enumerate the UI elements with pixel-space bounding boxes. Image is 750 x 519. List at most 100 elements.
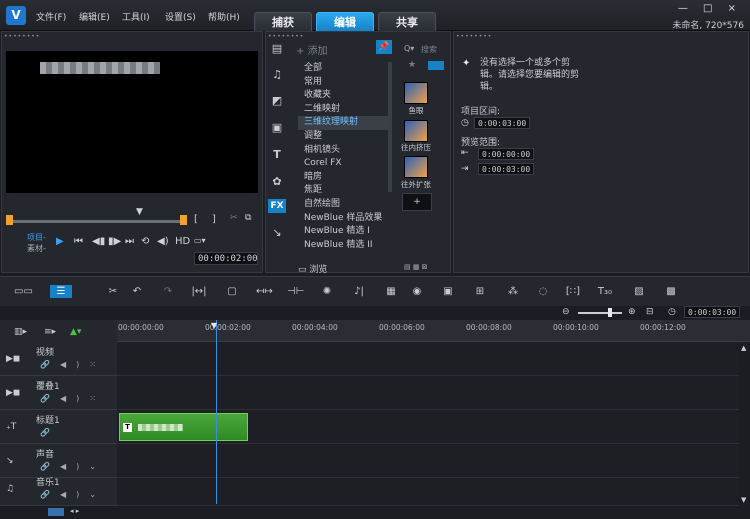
category-item[interactable]: 焦距 bbox=[298, 184, 388, 198]
category-item[interactable]: 二维映射 bbox=[298, 103, 388, 117]
auto-music-icon[interactable]: ✺ bbox=[319, 285, 335, 298]
track-controls[interactable]: 🔗◀)⌄ bbox=[40, 462, 106, 471]
playhead-marker-icon[interactable]: ▼ bbox=[211, 321, 217, 330]
track-controls[interactable]: 🔗◀)⁙ bbox=[40, 394, 106, 403]
category-item[interactable]: 调整 bbox=[298, 130, 388, 144]
pin-icon[interactable]: 📌 bbox=[376, 40, 392, 54]
menu-help[interactable]: 帮助(H) bbox=[208, 10, 240, 23]
painting-icon[interactable]: ▨ bbox=[631, 285, 647, 298]
window-controls[interactable]: — □ × bbox=[678, 3, 742, 14]
subtitle-editor-icon[interactable]: ◉ bbox=[409, 285, 425, 298]
split-icon[interactable]: ↤↦ bbox=[256, 285, 273, 298]
pan-zoom-icon[interactable]: ⊞ bbox=[472, 285, 488, 298]
time-remap-icon[interactable]: ◌ bbox=[535, 285, 551, 298]
category-item[interactable]: 常用 bbox=[298, 76, 388, 90]
3d-title-icon[interactable]: [∷] bbox=[565, 285, 581, 298]
prev-frame-icon[interactable]: ◀▮ bbox=[92, 236, 105, 247]
tab-capture[interactable]: 捕获 bbox=[254, 12, 312, 31]
text-effect-icon[interactable]: T₃₀ bbox=[597, 285, 613, 298]
path-icon[interactable]: ↘ bbox=[270, 226, 284, 239]
menu-settings[interactable]: 设置(S) bbox=[165, 10, 196, 23]
timeline-view-icon[interactable]: ☰ bbox=[50, 285, 72, 298]
repeat-icon[interactable]: ⟲ bbox=[141, 236, 149, 247]
ripple-edit-icon[interactable]: ▲▾ bbox=[70, 327, 81, 337]
end-icon[interactable]: ⏭ bbox=[125, 236, 134, 247]
category-item[interactable]: 暗房 bbox=[298, 171, 388, 185]
category-item[interactable]: NewBlue 样品效果 bbox=[298, 212, 388, 226]
track-header-title[interactable]: ₊T 标题1 🔗 bbox=[0, 410, 117, 444]
fx-star-icon[interactable]: ★ bbox=[408, 60, 416, 70]
timecode-field[interactable]: 00:00:02:00 bbox=[194, 252, 258, 265]
filter-thumbnail[interactable] bbox=[404, 120, 428, 142]
search-field[interactable]: 搜索 bbox=[421, 44, 437, 55]
trim-bar[interactable] bbox=[8, 220, 184, 223]
multi-camera-icon[interactable]: ▣ bbox=[440, 285, 456, 298]
storyboard-view-icon[interactable]: ▭▭ bbox=[14, 285, 33, 298]
category-scrollbar[interactable] bbox=[388, 62, 392, 192]
zoom-slider-knob[interactable] bbox=[608, 308, 612, 317]
add-filter-icon[interactable]: + bbox=[402, 193, 432, 211]
track-header-music[interactable]: ♫ 音乐1 🔗◀)⌄ bbox=[0, 472, 117, 506]
fit-timeline-icon[interactable]: |↔| bbox=[191, 285, 207, 298]
track-header-video[interactable]: ▶◼ 视频 🔗◀)⁙ bbox=[0, 342, 117, 376]
trim-end-handle[interactable] bbox=[180, 215, 187, 225]
scroll-down-icon[interactable]: ▼ bbox=[741, 496, 746, 504]
search-icon[interactable]: Q▾ bbox=[404, 44, 414, 53]
library-view-icons[interactable]: ▤ ▦ ⊠ bbox=[404, 263, 444, 272]
instant-project-icon[interactable]: ♫ bbox=[270, 68, 284, 81]
menu-file[interactable]: 文件(F) bbox=[36, 10, 66, 23]
category-item[interactable]: 自然绘图 bbox=[298, 198, 388, 212]
track-header-overlay[interactable]: ▶◼ 覆叠1 🔗◀)⁙ bbox=[0, 376, 117, 410]
graphics-icon[interactable]: ✿ bbox=[270, 175, 284, 188]
filter-thumbnail[interactable] bbox=[404, 156, 428, 178]
category-item[interactable]: NewBlue 精选 II bbox=[298, 239, 388, 253]
zoom-slider[interactable] bbox=[578, 312, 622, 314]
view-toggle-icon[interactable] bbox=[428, 61, 444, 70]
scrubber-knob-icon[interactable]: ▼ bbox=[136, 207, 143, 217]
undo-icon[interactable]: ↶ bbox=[129, 285, 145, 298]
timeline-vertical-scrollbar[interactable] bbox=[739, 342, 749, 506]
browse-button[interactable]: ▭ 浏览 bbox=[298, 262, 327, 275]
mark-out-button[interactable]: ] bbox=[212, 214, 216, 225]
timeline-horizontal-scrollbar[interactable] bbox=[0, 506, 750, 519]
tab-share[interactable]: 共享 bbox=[378, 12, 436, 31]
add-button[interactable]: + 添加 bbox=[296, 42, 328, 57]
mark-in-button[interactable]: [ bbox=[194, 214, 198, 225]
next-frame-icon[interactable]: ▮▶ bbox=[108, 236, 121, 247]
filter-thumbnail[interactable] bbox=[404, 82, 428, 104]
sound-mixer-icon[interactable]: ♪| bbox=[351, 285, 367, 298]
clip-mode-label[interactable]: 素材- bbox=[27, 243, 46, 254]
trim-start-handle[interactable] bbox=[6, 215, 13, 225]
lane-overlay[interactable] bbox=[117, 376, 739, 410]
preview-out-field[interactable]: 0:00:03:00 bbox=[478, 163, 535, 175]
category-item[interactable]: 收藏夹 bbox=[298, 89, 388, 103]
video-mask-icon[interactable]: ▩ bbox=[663, 285, 679, 298]
scroll-arrows-icon[interactable]: ◂ ▸ bbox=[70, 507, 79, 515]
project-duration-field[interactable]: 0:00:03:00 bbox=[474, 117, 531, 129]
category-item-selected[interactable]: 三维纹理映射 bbox=[298, 116, 388, 130]
redo-icon[interactable]: ↷ bbox=[160, 285, 176, 298]
lane-video[interactable] bbox=[117, 342, 739, 376]
track-controls[interactable]: 🔗 bbox=[40, 428, 60, 437]
aspect-ratio-icon[interactable]: ▭▾ bbox=[194, 236, 206, 245]
zoom-fit-icon[interactable]: ⊣⊢ bbox=[287, 285, 304, 298]
transition-icon[interactable]: ◩ bbox=[270, 94, 284, 107]
scroll-up-icon[interactable]: ▲ bbox=[741, 344, 746, 352]
menu-edit[interactable]: 编辑(E) bbox=[79, 10, 110, 23]
fit-project-icon[interactable]: ⊟ bbox=[646, 307, 654, 317]
playhead-line[interactable] bbox=[216, 320, 217, 504]
scroll-thumb[interactable] bbox=[48, 508, 64, 516]
panel-grip-icon[interactable]: •••••••• bbox=[268, 33, 304, 40]
category-item[interactable]: 相机镜头 bbox=[298, 144, 388, 158]
enlarge-preview-icon[interactable]: ⧉ bbox=[245, 213, 251, 223]
add-chapter-icon[interactable]: ≡▸ bbox=[44, 327, 56, 337]
hd-toggle[interactable]: HD bbox=[175, 236, 190, 247]
mask-icon[interactable]: ⁂ bbox=[505, 285, 521, 298]
track-controls[interactable]: 🔗◀)⁙ bbox=[40, 360, 106, 369]
panel-grip-icon[interactable]: •••••••• bbox=[4, 33, 40, 40]
filter-fx-icon[interactable]: FX bbox=[268, 199, 286, 213]
media-icon[interactable]: ▤ bbox=[270, 42, 284, 55]
motion-track-icon[interactable]: ▦ bbox=[383, 285, 399, 298]
preview-in-field[interactable]: 0:00:00:00 bbox=[478, 148, 535, 160]
track-manager-icon[interactable]: ▥▸ bbox=[14, 327, 27, 337]
